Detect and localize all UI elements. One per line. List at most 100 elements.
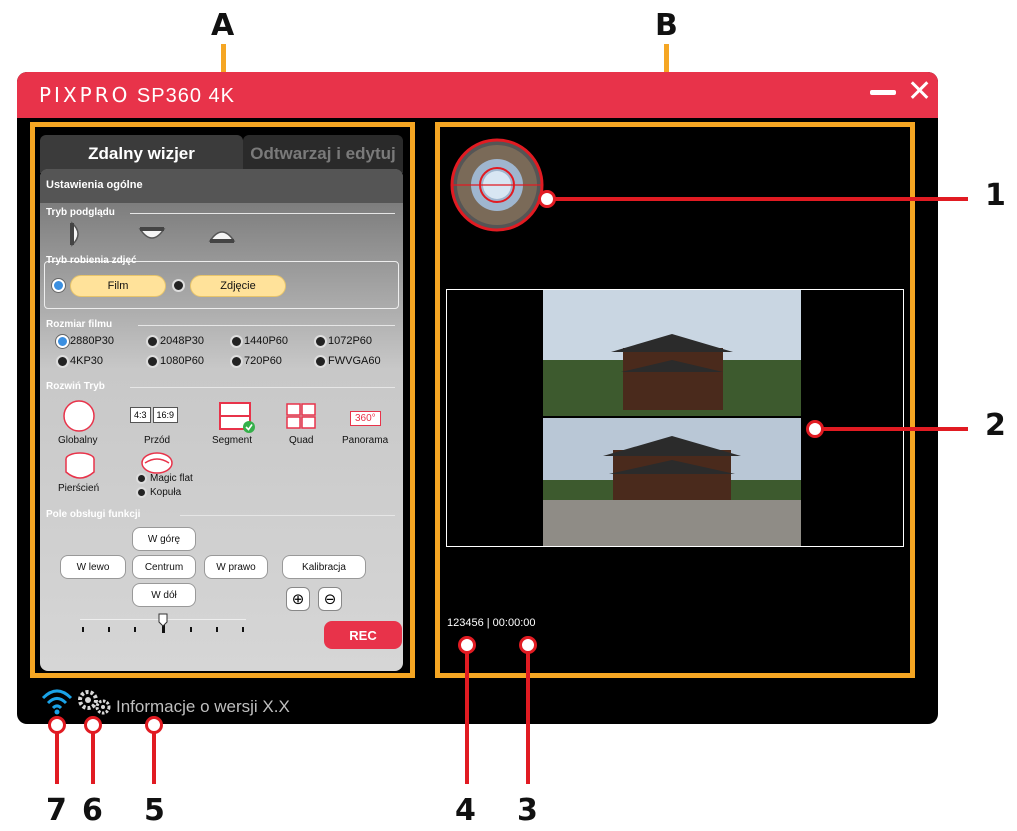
version-info[interactable]: Informacje o wersji X.X	[116, 697, 290, 717]
callout-6: 6	[82, 793, 103, 828]
settings-title: Ustawienia ogólne	[40, 169, 403, 203]
tab-playback-edit[interactable]: Odtwarzaj i edytuj	[243, 135, 403, 173]
zoom-slider[interactable]	[80, 613, 246, 635]
photo-option[interactable]: Zdjęcie	[190, 275, 286, 297]
size-radio-1080p60[interactable]	[146, 355, 159, 368]
callout-5-dot	[145, 716, 163, 734]
film-radio[interactable]	[52, 279, 65, 292]
remote-panel: Zdalny wizjer Odtwarzaj i edytuj Ustawie…	[30, 122, 415, 678]
fisheye-preview[interactable]	[447, 135, 553, 241]
magic-flat-label: Magic flat	[150, 473, 193, 484]
brand-model: SP360 4K	[136, 85, 235, 107]
size-radio-2880p30[interactable]	[56, 335, 69, 348]
callout-5: 5	[144, 793, 165, 828]
callout-7-dot	[48, 716, 66, 734]
callout-7-line	[55, 728, 59, 784]
up-button[interactable]: W górę	[132, 527, 196, 551]
zoom-in-icon[interactable]: ⊕	[286, 587, 310, 611]
callout-6-dot	[84, 716, 102, 734]
left-button[interactable]: W lewo	[60, 555, 126, 579]
gear-icon[interactable]	[76, 688, 112, 716]
callout-1-dot	[538, 190, 556, 208]
global-label: Globalny	[58, 435, 98, 446]
preview-mode-side-icon[interactable]	[68, 221, 88, 247]
callout-4: 4	[455, 793, 476, 828]
down-button[interactable]: W dół	[132, 583, 196, 607]
size-label: FWVGA60	[328, 355, 381, 367]
size-label: 720P60	[244, 355, 282, 367]
slider-tick	[82, 627, 84, 632]
size-radio-2048p30[interactable]	[146, 335, 159, 348]
slider-thumb[interactable]	[158, 613, 168, 627]
app-title: PIXPRO SP360 4K	[39, 83, 235, 108]
divider	[138, 325, 395, 326]
right-button[interactable]: W prawo	[204, 555, 268, 579]
callout-2-dot	[806, 420, 824, 438]
size-radio-720p60[interactable]	[230, 355, 243, 368]
zoom-out-icon[interactable]: ⊖	[318, 587, 342, 611]
size-label: 1440P60	[244, 335, 289, 347]
settings-panel: Ustawienia ogólne Tryb podglądu Tryb rob…	[40, 169, 403, 671]
size-radio-4kp30[interactable]	[56, 355, 69, 368]
slider-tick	[108, 627, 110, 632]
divider	[130, 213, 395, 214]
callout-3-dot	[519, 636, 537, 654]
size-label: 2880P30	[70, 335, 115, 347]
dome-radio[interactable]	[136, 487, 147, 498]
slider-tick	[134, 627, 136, 632]
preview-mode-down-icon[interactable]	[138, 225, 166, 245]
size-radio-fwvga60[interactable]	[314, 355, 327, 368]
size-radio-1072p60[interactable]	[314, 335, 327, 348]
dome-label: Kopuła	[150, 487, 182, 498]
live-preview-image	[543, 290, 801, 546]
ring-mode-icon[interactable]	[140, 451, 174, 475]
slider-tick	[216, 627, 218, 632]
callout-2-line	[820, 427, 968, 431]
callout-1: 1	[985, 178, 1006, 213]
slider-tick	[190, 627, 192, 632]
size-label: 4KP30	[70, 355, 104, 367]
callout-4-line	[465, 648, 469, 784]
front-view-icon[interactable]: 4:3 16:9	[130, 407, 179, 423]
wifi-icon[interactable]	[40, 686, 74, 716]
ring-view-icon[interactable]	[64, 451, 96, 481]
calibrate-button[interactable]: Kalibracja	[282, 555, 366, 579]
panorama-view-icon[interactable]: 360°	[350, 411, 381, 426]
shoot-mode-label: Tryb robienia zdjęć	[46, 255, 137, 266]
front-label: Przód	[144, 435, 171, 446]
callout-7: 7	[46, 793, 67, 828]
control-panel-label: Pole obsługi funkcji	[46, 509, 141, 520]
expand-mode-label: Rozwiń Tryb	[46, 381, 105, 392]
panorama-label: Panorama	[342, 435, 389, 446]
global-view-icon[interactable]	[62, 399, 96, 433]
callout-3-line	[526, 648, 530, 784]
callout-3: 3	[517, 793, 538, 828]
close-button[interactable]: ✕	[907, 74, 932, 109]
segment-view-icon[interactable]	[218, 401, 258, 435]
preview-mode-label: Tryb podglądu	[46, 207, 115, 218]
brand-logo: PIXPRO	[39, 83, 131, 107]
size-radio-1440p60[interactable]	[230, 335, 243, 348]
photo-radio[interactable]	[172, 279, 185, 292]
center-button[interactable]: Centrum	[132, 555, 196, 579]
quad-label: Quad	[289, 435, 314, 446]
preview-mode-up-icon[interactable]	[208, 227, 236, 245]
callout-2: 2	[985, 408, 1006, 443]
size-label: 2048P30	[160, 335, 205, 347]
minimize-button[interactable]	[870, 90, 896, 95]
tab-remote-viewfinder[interactable]: Zdalny wizjer	[40, 135, 243, 173]
callout-4-dot	[458, 636, 476, 654]
size-label: 1080P60	[160, 355, 205, 367]
ring-label: Pierścień	[58, 483, 100, 494]
divider	[180, 515, 395, 516]
ratio-4-3[interactable]: 4:3	[130, 407, 151, 423]
viewer-panel	[435, 122, 915, 678]
quad-view-icon[interactable]	[286, 403, 316, 429]
film-option[interactable]: Film	[70, 275, 166, 297]
segment-label: Segment	[212, 435, 253, 446]
title-bar[interactable]: PIXPRO SP360 4K ✕	[17, 72, 938, 118]
ratio-16-9[interactable]: 16:9	[152, 407, 179, 423]
rec-button[interactable]: REC	[324, 621, 402, 649]
magic-flat-radio[interactable]	[136, 473, 147, 484]
callout-1-line	[552, 197, 968, 201]
